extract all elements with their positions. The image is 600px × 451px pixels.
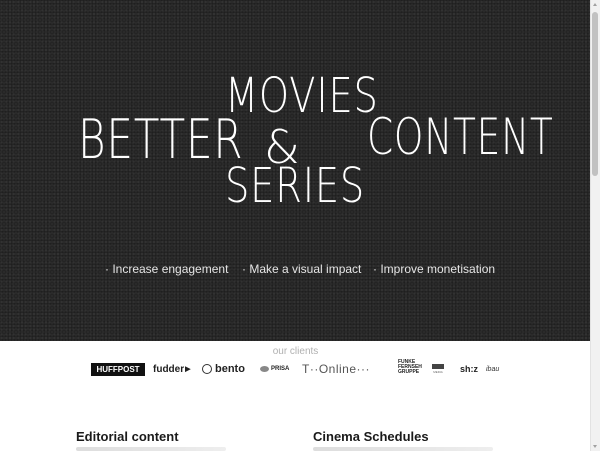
client-logo-bento: bento [202,362,245,376]
scroll-up-arrow-icon[interactable] [593,3,597,6]
bento-circle-icon [202,364,212,374]
section-title-cinema: Cinema Schedules [313,429,429,444]
section-text-cutoff [313,447,493,451]
client-logo-text: T··Online··· [302,362,370,376]
client-logo-fudder: fudder ▶ [153,362,191,376]
hero-word-content: CONTENT [367,108,554,166]
client-logo-shz: sh:z [460,362,478,376]
client-logo-text: ibau [486,365,500,373]
benefit-item: · Improve monetisation [373,262,496,276]
hero-word-better: BETTER [78,108,244,171]
scroll-down-arrow-icon[interactable] [593,445,597,448]
client-logo-text: fudder [153,363,185,375]
prisa-swirl-icon [260,366,269,372]
section-text-cutoff [76,447,226,451]
client-logo-huffpost: HUFFPOST [91,363,145,376]
client-logo-text: MEDIA [433,370,443,374]
client-logo-tonline: T··Online··· [302,362,370,376]
benefit-item: · Increase engagement [105,262,229,276]
client-logo-media: MEDIA [430,362,446,376]
benefit-item: · Make a visual impact [242,262,362,276]
client-logo-funke: FUNKE FERNSEH GRUPPE [398,359,422,378]
client-logo-text: PRISA [271,366,290,372]
section-title-editorial: Editorial content [76,429,179,444]
hero-banner: BETTER MOVIES & SERIES CONTENT · Increas… [0,0,591,341]
page-scrollbar[interactable] [590,0,600,451]
client-logo-text: bento [215,363,245,375]
hero-word-movies: MOVIES [225,68,379,124]
hero-word-series: SERIES [225,158,366,214]
play-icon: ▶ [185,366,191,373]
client-logo-text: HUFFPOST [96,365,140,374]
logo-bar-icon [432,364,444,369]
scrollbar-thumb[interactable] [592,12,598,176]
client-logo-ibau: ibau [486,362,499,376]
client-logo-text: FUNKE FERNSEH GRUPPE [398,359,422,375]
clients-label: our clients [272,346,319,357]
client-logo-text: sh:z [460,364,478,374]
benefits-list: · Increase engagement · Make a visual im… [0,262,591,278]
client-logo-prisa: PRISA [260,362,289,376]
